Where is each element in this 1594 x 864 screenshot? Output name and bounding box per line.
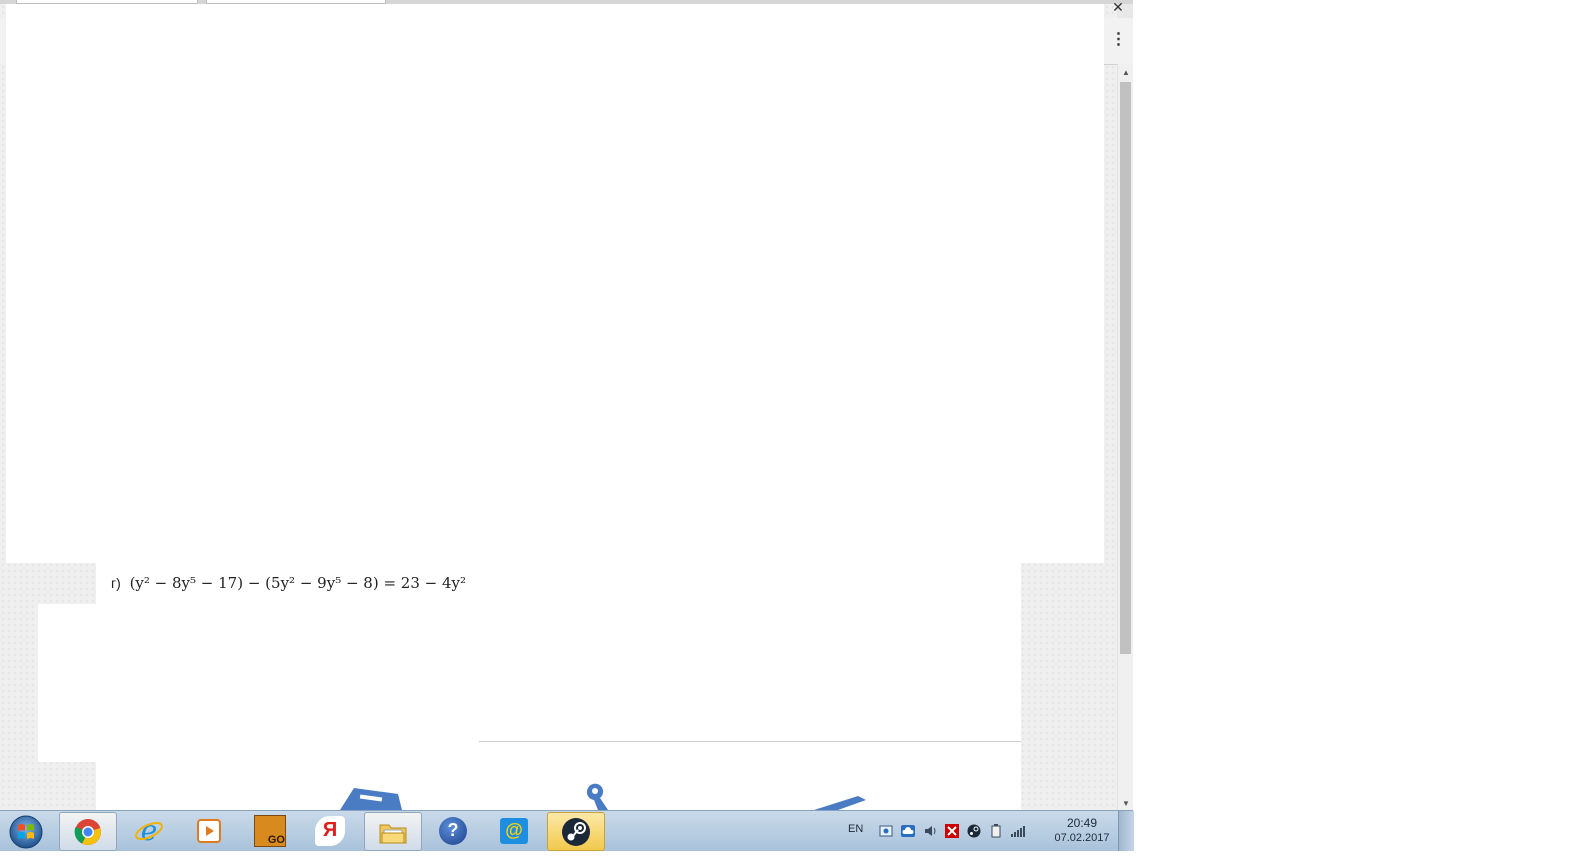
taskbar-chrome[interactable] xyxy=(59,812,117,851)
scroll-thumb[interactable] xyxy=(1120,82,1131,654)
taskbar-mail-agent[interactable]: @ xyxy=(486,812,542,849)
show-desktop-button[interactable] xyxy=(1118,811,1134,851)
browser-toolbar: ⋮ xyxy=(1104,18,1133,65)
yandex-icon: Я xyxy=(315,815,345,846)
help-icon-text: ? xyxy=(447,820,459,840)
taskbar-clock[interactable]: 20:49 07.02.2017 xyxy=(1050,816,1114,846)
browser-window: г) (y² − 8y⁵ − 17) − (5y² − 9y⁵ − 8) = 2… xyxy=(0,0,1133,810)
taskbar-steam[interactable] xyxy=(547,812,605,851)
book-icon xyxy=(340,788,402,810)
content-divider xyxy=(479,741,1021,742)
content-card xyxy=(96,563,1021,810)
chrome-icon xyxy=(74,818,101,845)
page-blank-region xyxy=(6,4,1104,563)
power-icon[interactable] xyxy=(988,823,1004,839)
taskbar-help[interactable]: ? xyxy=(425,812,481,849)
antivirus-icon[interactable] xyxy=(944,823,960,839)
taskbar-media-player[interactable] xyxy=(181,812,237,849)
taskbar-file-explorer[interactable] xyxy=(364,812,422,851)
clock-date: 07.02.2017 xyxy=(1054,832,1110,844)
yandex-icon-text: Я xyxy=(322,819,338,841)
language-indicator[interactable]: EN xyxy=(848,823,863,835)
taskbar-yandex[interactable]: Я xyxy=(302,812,358,849)
vertical-scrollbar[interactable]: ▲ ▼ xyxy=(1117,64,1133,810)
steam-tray-icon[interactable] xyxy=(966,823,982,839)
taskbar-csgo[interactable]: GO xyxy=(242,812,298,849)
signal-icon[interactable] xyxy=(1010,823,1026,839)
taskbar-internet-explorer[interactable]: e xyxy=(121,812,177,849)
csgo-icon-text: GO xyxy=(267,833,285,846)
help-icon: ? xyxy=(439,816,467,845)
browser-menu-icon[interactable]: ⋮ xyxy=(1104,32,1133,48)
pencil-icon xyxy=(814,796,866,810)
start-button[interactable] xyxy=(4,813,46,849)
math-problem: г) (y² − 8y⁵ − 17) − (5y² − 9y⁵ − 8) = 2… xyxy=(111,574,466,592)
internet-explorer-icon: e xyxy=(135,816,163,846)
desktop-blank-area xyxy=(1133,0,1594,864)
browser-tab[interactable] xyxy=(16,0,198,4)
toolbar-left-edge xyxy=(0,18,6,64)
steam-icon xyxy=(562,817,590,846)
windows-logo-icon xyxy=(9,815,43,849)
problem-equation: (y² − 8y⁵ − 17) − (5y² − 9y⁵ − 8) = 23 −… xyxy=(129,574,467,592)
browser-tab[interactable] xyxy=(206,0,386,4)
window-close-button[interactable]: ✕ xyxy=(1104,0,1132,16)
clock-time: 20:49 xyxy=(1066,816,1098,830)
page-side-panel xyxy=(38,604,96,762)
volume-icon[interactable] xyxy=(922,823,938,839)
scroll-down-arrow-icon[interactable]: ▼ xyxy=(1118,799,1133,808)
web-page: г) (y² − 8y⁵ − 17) − (5y² − 9y⁵ − 8) = 2… xyxy=(0,4,1117,810)
bottom-blank-area xyxy=(0,850,1133,864)
mail-agent-icon: @ xyxy=(500,817,528,844)
mail-agent-icon-text: @ xyxy=(505,820,523,840)
scroll-up-arrow-icon[interactable]: ▲ xyxy=(1118,68,1133,77)
network-connection-icon[interactable] xyxy=(878,823,894,839)
wrench-icon xyxy=(586,783,608,810)
windows-taskbar: e GO Я ? @ EN 20:49 07.02.2017 xyxy=(0,810,1134,851)
tab-strip xyxy=(0,0,1133,4)
csgo-icon: GO xyxy=(254,814,286,847)
system-tray xyxy=(878,823,1026,839)
file-explorer-icon xyxy=(379,824,407,843)
problem-label: г) xyxy=(111,575,121,591)
svg-text:e: e xyxy=(141,816,158,846)
cloud-icon[interactable] xyxy=(900,823,916,839)
media-player-icon xyxy=(197,818,221,843)
